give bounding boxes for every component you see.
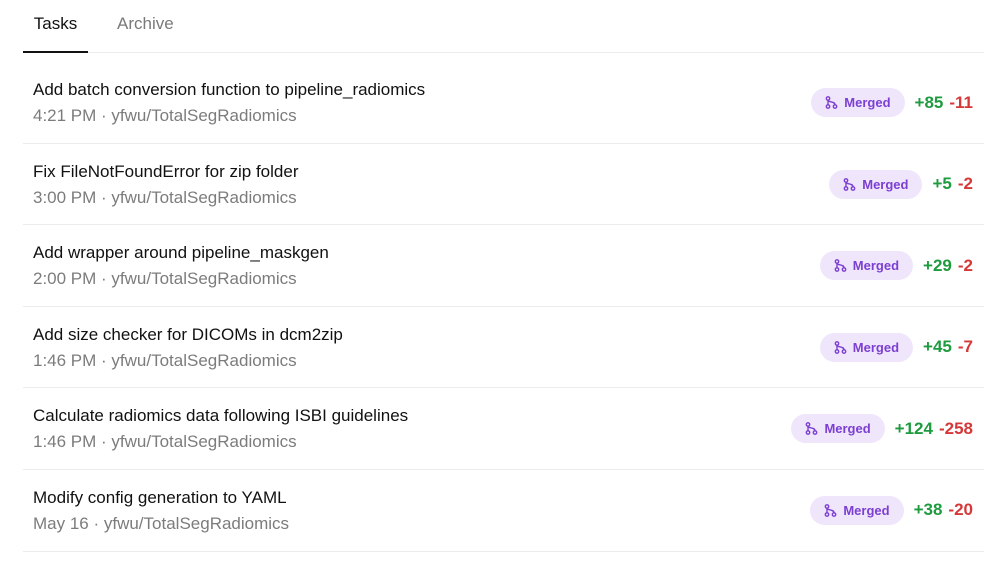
task-title[interactable]: Fix FileNotFoundError for zip folder bbox=[33, 161, 298, 183]
deletions-count: -258 bbox=[938, 418, 973, 438]
task-title[interactable]: Add batch conversion function to pipelin… bbox=[33, 79, 425, 101]
task-meta: 3:00 PM · yfwu/TotalSegRadiomics bbox=[33, 187, 297, 207]
additions-count: +45 bbox=[923, 337, 952, 357]
deletions-count: -2 bbox=[957, 255, 973, 275]
additions-count: +85 bbox=[914, 92, 944, 112]
task-title[interactable]: Modify config generation to YAML bbox=[33, 487, 287, 509]
task-row[interactable]: Add wrapper around pipeline_maskgen 2:00… bbox=[23, 225, 984, 307]
task-status-area: Merged +29 -2 bbox=[819, 251, 973, 281]
task-meta: 2:00 PM · yfwu/TotalSegRadiomics bbox=[33, 269, 297, 289]
git-merge-icon bbox=[824, 504, 837, 517]
deletions-count: -11 bbox=[949, 92, 973, 112]
tab-tasks[interactable]: Tasks bbox=[23, 0, 88, 53]
task-title[interactable]: Add wrapper around pipeline_maskgen bbox=[33, 242, 329, 264]
badge-label: Merged bbox=[852, 339, 900, 355]
additions-count: +38 bbox=[913, 500, 943, 520]
tab-archive[interactable]: Archive bbox=[117, 0, 174, 52]
git-merge-icon bbox=[843, 177, 856, 191]
task-meta: 1:46 PM · yfwu/TotalSegRadiomics bbox=[33, 350, 297, 370]
task-row[interactable]: Add size checker for DICOMs in dcm2zip 1… bbox=[23, 307, 984, 389]
git-merge-icon bbox=[825, 96, 838, 109]
deletions-count: -20 bbox=[948, 500, 973, 520]
merged-badge: Merged bbox=[811, 88, 905, 117]
additions-count: +29 bbox=[923, 255, 952, 275]
tab-bar: Tasks Archive bbox=[23, 0, 984, 53]
diff-stats: +45 -7 bbox=[923, 337, 973, 357]
merged-badge: Merged bbox=[819, 332, 914, 362]
badge-label: Merged bbox=[852, 258, 900, 274]
deletions-count: -7 bbox=[957, 337, 973, 357]
diff-stats: +124 -258 bbox=[895, 419, 973, 439]
task-meta: May 16 · yfwu/TotalSegRadiomics bbox=[33, 513, 290, 533]
diff-stats: +85 -11 bbox=[915, 93, 973, 113]
additions-count: +124 bbox=[894, 418, 933, 438]
merged-badge: Merged bbox=[810, 495, 904, 525]
git-merge-icon bbox=[805, 422, 818, 436]
task-meta: 4:21 PM · yfwu/TotalSegRadiomics bbox=[33, 106, 297, 125]
git-merge-icon bbox=[834, 259, 847, 273]
badge-label: Merged bbox=[843, 502, 890, 518]
task-row[interactable]: Fix FileNotFoundError for zip folder 3:0… bbox=[23, 144, 984, 226]
badge-label: Merged bbox=[862, 176, 909, 192]
task-meta: 1:46 PM · yfwu/TotalSegRadiomics bbox=[33, 432, 297, 452]
task-list: Add batch conversion function to pipelin… bbox=[23, 62, 984, 552]
task-status-area: Merged +38 -20 bbox=[810, 495, 973, 525]
task-row[interactable]: Add batch conversion function to pipelin… bbox=[23, 62, 984, 144]
deletions-count: -2 bbox=[957, 174, 973, 194]
merged-badge: Merged bbox=[829, 169, 923, 199]
badge-label: Merged bbox=[824, 421, 871, 437]
task-title[interactable]: Add size checker for DICOMs in dcm2zip bbox=[33, 324, 343, 346]
task-status-area: Merged +45 -7 bbox=[819, 332, 973, 362]
badge-label: Merged bbox=[844, 95, 891, 110]
diff-stats: +38 -20 bbox=[914, 500, 973, 520]
task-status-area: Merged +5 -2 bbox=[829, 169, 973, 199]
diff-stats: +5 -2 bbox=[932, 174, 973, 194]
git-merge-icon bbox=[834, 340, 847, 354]
merged-badge: Merged bbox=[791, 414, 885, 444]
diff-stats: +29 -2 bbox=[923, 256, 973, 276]
task-row[interactable]: Calculate radiomics data following ISBI … bbox=[23, 388, 984, 470]
merged-badge: Merged bbox=[819, 251, 914, 281]
task-status-area: Merged +124 -258 bbox=[791, 414, 973, 444]
task-row[interactable]: Modify config generation to YAML May 16 … bbox=[23, 470, 984, 552]
additions-count: +5 bbox=[932, 174, 952, 194]
task-title[interactable]: Calculate radiomics data following ISBI … bbox=[33, 405, 408, 427]
task-status-area: Merged +85 -11 bbox=[811, 88, 973, 117]
